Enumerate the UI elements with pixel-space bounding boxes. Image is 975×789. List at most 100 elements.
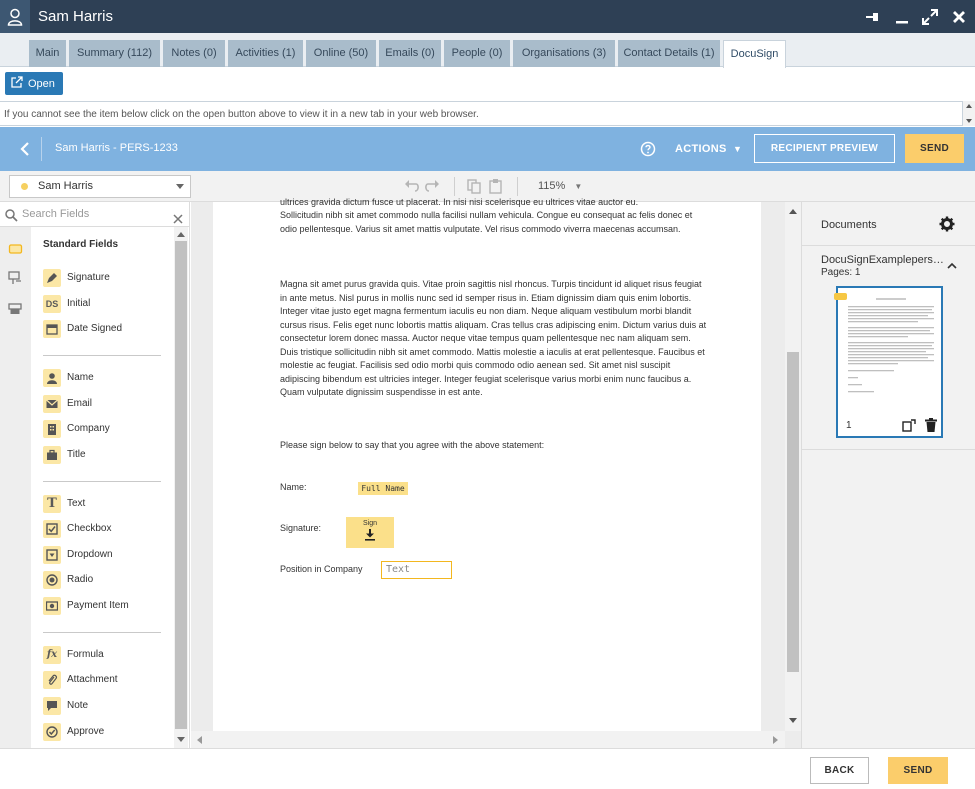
tab-activities[interactable]: Activities (1) xyxy=(228,40,303,67)
group-divider xyxy=(43,632,161,633)
gear-icon[interactable] xyxy=(939,216,955,237)
field-date-signed[interactable]: Date Signed xyxy=(43,320,173,338)
field-payment-item[interactable]: Payment Item xyxy=(43,597,173,615)
tab-contact-details[interactable]: Contact Details (1) xyxy=(618,40,720,67)
standard-fields-icon[interactable] xyxy=(8,242,23,256)
radio-icon xyxy=(43,571,61,589)
back-arrow-icon[interactable] xyxy=(17,140,35,158)
help-icon[interactable] xyxy=(640,141,656,157)
field-signature[interactable]: Signature xyxy=(43,269,173,287)
chevron-down-icon xyxy=(176,184,184,189)
sign-prompt: Please sign below to say that you agree … xyxy=(280,440,545,450)
rotate-page-icon[interactable] xyxy=(902,419,916,437)
tab-docusign[interactable]: DocuSign xyxy=(723,40,786,68)
group-divider xyxy=(43,355,161,356)
recipient-select[interactable]: Sam Harris xyxy=(9,175,191,198)
field-attachment[interactable]: Attachment xyxy=(43,671,173,689)
search-fields-input[interactable]: Search Fields xyxy=(0,202,190,227)
send-button[interactable]: SEND xyxy=(888,757,948,784)
document-paragraph: ultrices gravida dictum fusce ut placera… xyxy=(280,197,639,207)
trash-icon[interactable] xyxy=(925,418,937,437)
field-marker-tag xyxy=(834,293,847,300)
document-canvas: ultrices gravida dictum fusce ut placera… xyxy=(191,197,801,748)
text-field[interactable]: Text xyxy=(381,561,452,579)
stamp-fields-icon[interactable] xyxy=(8,302,23,316)
standard-fields-title: Standard Fields xyxy=(43,239,119,250)
panel-divider xyxy=(802,449,975,450)
field-label: Payment Item xyxy=(67,600,129,611)
page-thumbnail[interactable]: 1 xyxy=(834,286,943,438)
field-radio[interactable]: Radio xyxy=(43,571,173,589)
page-count: Pages: 1 xyxy=(821,267,861,278)
full-name-field[interactable]: Full Name xyxy=(358,482,408,495)
user-icon[interactable] xyxy=(0,0,30,33)
dialog-footer: BACK SEND xyxy=(0,748,975,789)
download-arrow-icon xyxy=(365,529,375,541)
checkbox-icon xyxy=(43,520,61,538)
pen-icon xyxy=(43,269,61,287)
zoom-select[interactable]: 115% ▼ xyxy=(538,180,582,192)
tab-main[interactable]: Main xyxy=(29,40,66,67)
send-button-header[interactable]: SEND xyxy=(905,134,964,163)
info-message: If you cannot see the item below click o… xyxy=(0,101,963,126)
window-titlebar: Sam Harris xyxy=(0,0,975,33)
field-text[interactable]: T Text xyxy=(43,495,173,513)
field-label: Approve xyxy=(67,726,105,737)
custom-fields-icon[interactable] xyxy=(8,271,23,285)
field-email[interactable]: Email xyxy=(43,395,173,413)
field-label: Company xyxy=(67,423,110,434)
field-dropdown[interactable]: Dropdown xyxy=(43,546,173,564)
field-label: Radio xyxy=(67,574,94,585)
back-button[interactable]: BACK xyxy=(810,757,869,784)
maximize-icon[interactable] xyxy=(921,8,939,26)
field-formula[interactable]: fx Formula xyxy=(43,646,173,664)
open-button[interactable]: Open xyxy=(5,72,63,95)
tab-organisations[interactable]: Organisations (3) xyxy=(513,40,615,67)
tab-emails[interactable]: Emails (0) xyxy=(379,40,441,67)
fields-scrollbar[interactable] xyxy=(174,227,188,748)
field-label: Attachment xyxy=(67,674,118,685)
field-company[interactable]: Company xyxy=(43,420,173,438)
field-note[interactable]: Note xyxy=(43,697,173,715)
close-icon[interactable] xyxy=(950,8,968,26)
thumbnail-page-number: 1 xyxy=(846,420,852,431)
field-name[interactable]: Name xyxy=(43,369,173,387)
toolbar-divider xyxy=(454,177,455,196)
document-horizontal-scrollbar[interactable] xyxy=(191,731,785,748)
tab-online[interactable]: Online (50) xyxy=(306,40,376,67)
open-button-label: Open xyxy=(28,77,55,90)
field-approve[interactable]: Approve xyxy=(43,723,173,741)
field-label: Email xyxy=(67,398,93,409)
info-scrollbar[interactable] xyxy=(963,101,975,126)
tab-people[interactable]: People (0) xyxy=(444,40,510,67)
field-title[interactable]: Title xyxy=(43,446,173,464)
documents-header: Documents xyxy=(802,202,975,246)
field-label: Name xyxy=(67,372,94,383)
field-checkbox[interactable]: Checkbox xyxy=(43,520,173,538)
document-vertical-scrollbar[interactable] xyxy=(785,202,801,731)
documents-title: Documents xyxy=(821,219,877,231)
person-icon xyxy=(43,369,61,387)
zoom-value: 115% xyxy=(538,180,566,192)
pin-icon[interactable] xyxy=(864,8,882,26)
chevron-up-icon[interactable] xyxy=(947,256,957,274)
tab-summary[interactable]: Summary (112) xyxy=(69,40,160,67)
sign-tag-label: Sign xyxy=(362,520,377,527)
chevron-down-icon: ▼ xyxy=(574,182,583,191)
recipient-name: Sam Harris xyxy=(38,180,94,192)
actions-label: ACTIONS xyxy=(675,143,727,155)
scrollbar-thumb[interactable] xyxy=(175,241,187,729)
actions-menu[interactable]: ACTIONS ▼ xyxy=(675,143,742,155)
tab-notes[interactable]: Notes (0) xyxy=(163,40,225,67)
field-label: Checkbox xyxy=(67,523,112,534)
field-initial[interactable]: DS Initial xyxy=(43,295,173,313)
field-label: Dropdown xyxy=(67,549,113,560)
field-label: Initial xyxy=(67,298,91,309)
signature-field[interactable]: Sign xyxy=(346,517,394,548)
recipient-preview-button[interactable]: RECIPIENT PREVIEW xyxy=(754,134,895,163)
envelope-icon xyxy=(43,395,61,413)
scrollbar-thumb[interactable] xyxy=(787,352,799,672)
document-name[interactable]: DocuSignExamplepers… xyxy=(821,254,944,266)
fx-icon: fx xyxy=(43,646,61,664)
minimize-icon[interactable] xyxy=(893,8,911,26)
